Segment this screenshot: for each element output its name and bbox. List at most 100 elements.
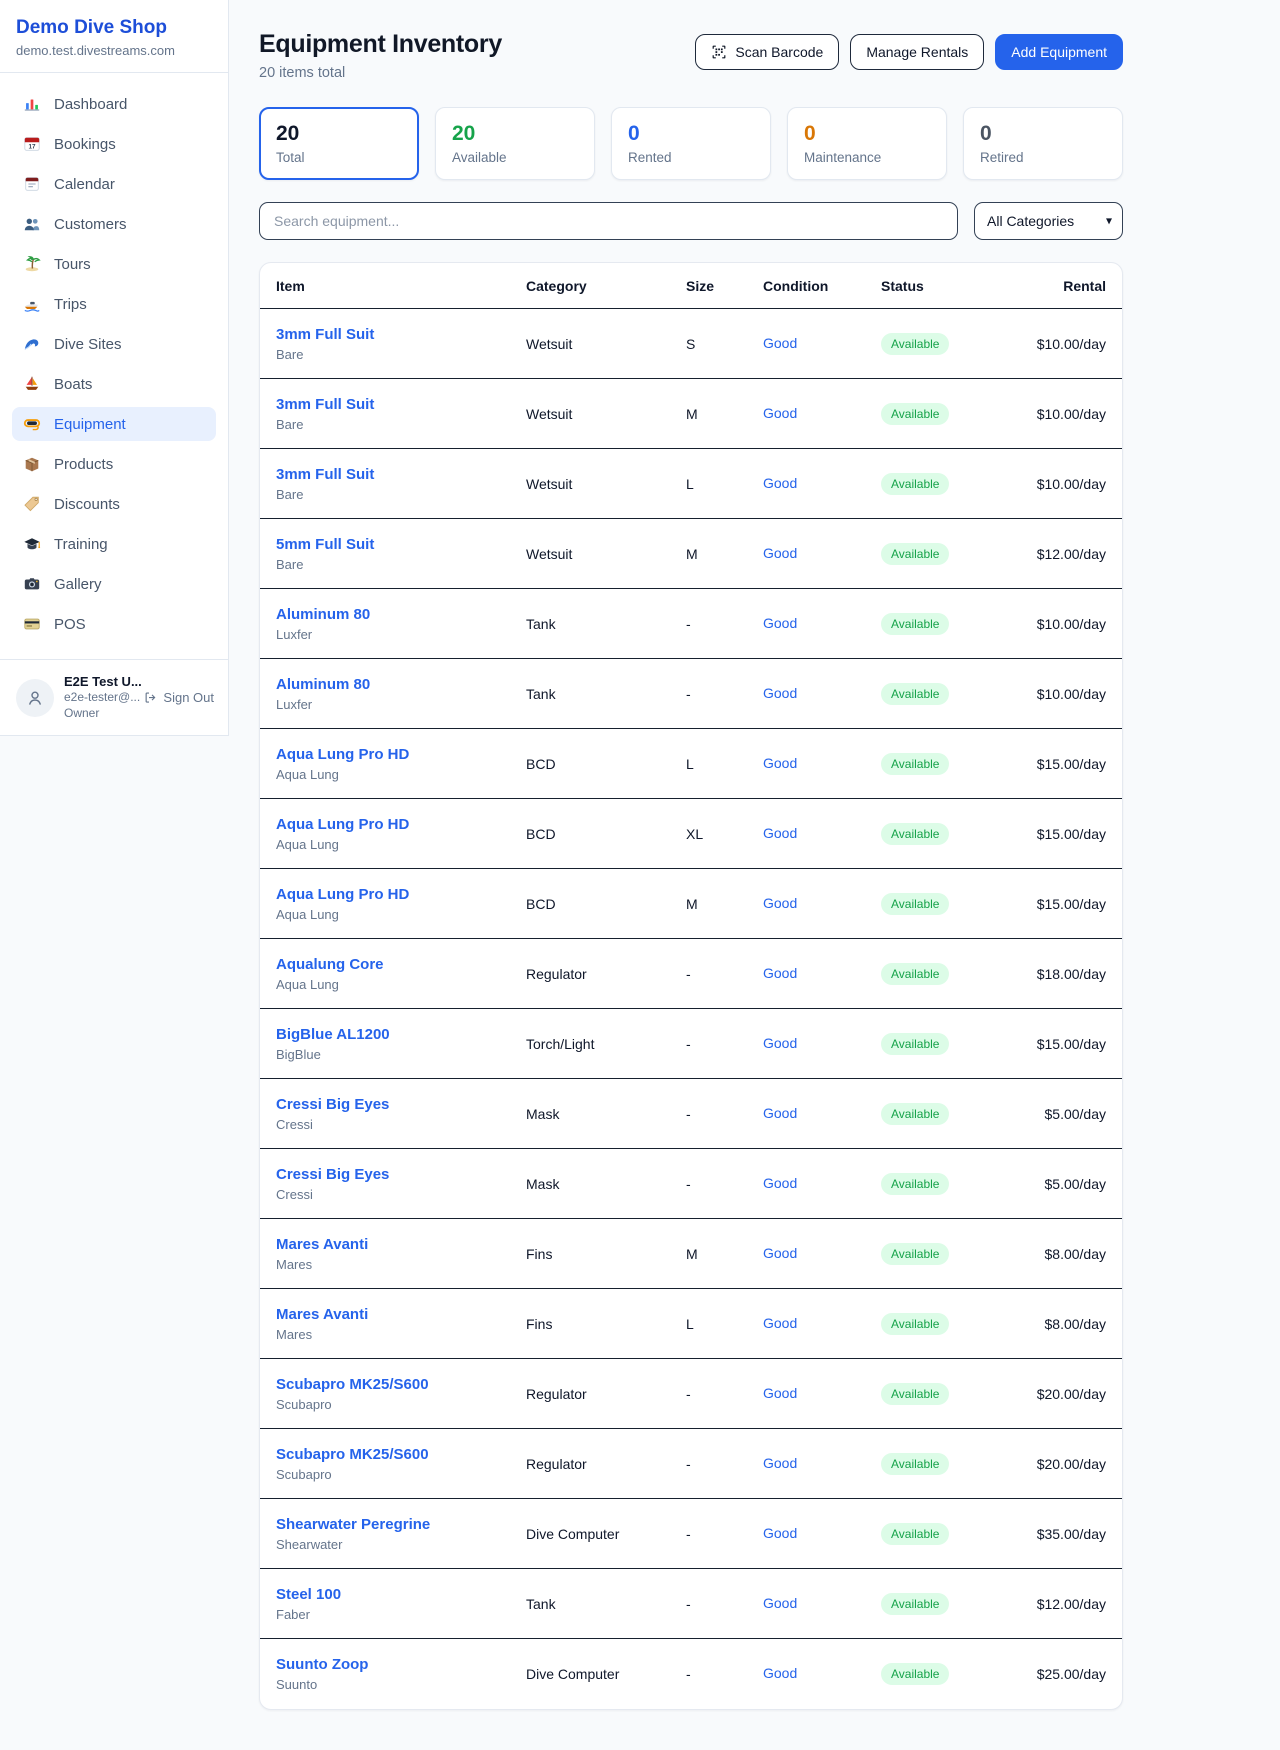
item-name-link[interactable]: Scubapro MK25/S600 xyxy=(276,1446,429,1463)
stats-cards: 20 Total 20 Available 0 Rented 0 Mainten… xyxy=(259,107,1123,180)
sidebar-item-gallery[interactable]: Gallery xyxy=(12,567,216,601)
svg-text:17: 17 xyxy=(28,144,36,151)
condition-link[interactable]: Good xyxy=(763,545,797,561)
condition-link[interactable]: Good xyxy=(763,1455,797,1471)
sidebar-item-products[interactable]: Products xyxy=(12,447,216,481)
condition-link[interactable]: Good xyxy=(763,965,797,981)
item-size: - xyxy=(686,1666,763,1682)
condition-link[interactable]: Good xyxy=(763,1385,797,1401)
stat-label: Total xyxy=(276,150,402,165)
table-row: Shearwater Peregrine Shearwater Dive Com… xyxy=(260,1499,1122,1569)
condition-link[interactable]: Good xyxy=(763,615,797,631)
item-category: Dive Computer xyxy=(526,1526,686,1542)
status-badge: Available xyxy=(881,753,949,775)
item-name-link[interactable]: Aqua Lung Pro HD xyxy=(276,886,409,903)
condition-link[interactable]: Good xyxy=(763,1035,797,1051)
item-name-link[interactable]: Cressi Big Eyes xyxy=(276,1096,389,1113)
rental-price: $12.00/day xyxy=(1022,546,1106,562)
rental-price: $15.00/day xyxy=(1022,1036,1106,1052)
add-equipment-label: Add Equipment xyxy=(1011,44,1107,60)
table-body: 3mm Full Suit Bare Wetsuit S Good Availa… xyxy=(260,309,1122,1709)
item-name-link[interactable]: BigBlue AL1200 xyxy=(276,1026,390,1043)
item-name-link[interactable]: 3mm Full Suit xyxy=(276,396,374,413)
credit-card-icon xyxy=(23,615,41,633)
sidebar-item-customers[interactable]: Customers xyxy=(12,207,216,241)
item-name-link[interactable]: 3mm Full Suit xyxy=(276,466,374,483)
sidebar-item-label: Gallery xyxy=(54,576,102,593)
stat-card-maintenance[interactable]: 0 Maintenance xyxy=(787,107,947,180)
condition-link[interactable]: Good xyxy=(763,475,797,491)
sidebar-item-calendar[interactable]: Calendar xyxy=(12,167,216,201)
item-name-link[interactable]: Suunto Zoop xyxy=(276,1656,368,1673)
item-name-link[interactable]: Scubapro MK25/S600 xyxy=(276,1376,429,1393)
stat-card-available[interactable]: 20 Available xyxy=(435,107,595,180)
sidebar-item-discounts[interactable]: Discounts xyxy=(12,487,216,521)
brand-name[interactable]: Demo Dive Shop xyxy=(16,17,212,39)
item-name-link[interactable]: Steel 100 xyxy=(276,1586,341,1603)
item-name-link[interactable]: Aqualung Core xyxy=(276,956,384,973)
rental-price: $10.00/day xyxy=(1022,686,1106,702)
item-category: Wetsuit xyxy=(526,406,686,422)
condition-link[interactable]: Good xyxy=(763,405,797,421)
sidebar-item-label: Calendar xyxy=(54,176,115,193)
stat-value: 20 xyxy=(276,122,402,146)
condition-link[interactable]: Good xyxy=(763,1175,797,1191)
sidebar-item-tours[interactable]: Tours xyxy=(12,247,216,281)
condition-link[interactable]: Good xyxy=(763,1665,797,1681)
add-equipment-button[interactable]: Add Equipment xyxy=(995,34,1123,70)
sidebar-item-equipment[interactable]: Equipment xyxy=(12,407,216,441)
column-header-rental: Rental xyxy=(1022,278,1106,294)
status-badge: Available xyxy=(881,613,949,635)
item-name-link[interactable]: Shearwater Peregrine xyxy=(276,1516,430,1533)
stat-card-total[interactable]: 20 Total xyxy=(259,107,419,180)
item-name-link[interactable]: Aluminum 80 xyxy=(276,606,370,623)
graduation-cap-icon xyxy=(23,535,41,553)
rental-price: $20.00/day xyxy=(1022,1386,1106,1402)
stat-label: Maintenance xyxy=(804,150,930,165)
condition-link[interactable]: Good xyxy=(763,685,797,701)
item-name-link[interactable]: Mares Avanti xyxy=(276,1306,368,1323)
item-name-link[interactable]: Aluminum 80 xyxy=(276,676,370,693)
item-brand: Luxfer xyxy=(276,627,526,642)
speedboat-icon xyxy=(23,295,41,313)
category-filter-select[interactable]: All Categories xyxy=(974,202,1123,240)
status-badge: Available xyxy=(881,683,949,705)
stat-label: Rented xyxy=(628,150,754,165)
table-row: Mares Avanti Mares Fins M Good Available… xyxy=(260,1219,1122,1289)
stat-card-retired[interactable]: 0 Retired xyxy=(963,107,1123,180)
item-name-link[interactable]: 3mm Full Suit xyxy=(276,326,374,343)
item-name-link[interactable]: Aqua Lung Pro HD xyxy=(276,816,409,833)
item-name-link[interactable]: 5mm Full Suit xyxy=(276,536,374,553)
condition-link[interactable]: Good xyxy=(763,825,797,841)
condition-link[interactable]: Good xyxy=(763,1595,797,1611)
item-name-link[interactable]: Aqua Lung Pro HD xyxy=(276,746,409,763)
item-brand: Bare xyxy=(276,557,526,572)
manage-rentals-button[interactable]: Manage Rentals xyxy=(850,34,984,70)
sidebar-item-training[interactable]: Training xyxy=(12,527,216,561)
sidebar-item-trips[interactable]: Trips xyxy=(12,287,216,321)
scan-barcode-button[interactable]: Scan Barcode xyxy=(695,34,839,70)
condition-link[interactable]: Good xyxy=(763,1105,797,1121)
island-icon xyxy=(23,255,41,273)
sidebar-item-dashboard[interactable]: Dashboard xyxy=(12,87,216,121)
sidebar-item-bookings[interactable]: 17 Bookings xyxy=(12,127,216,161)
rental-price: $10.00/day xyxy=(1022,476,1106,492)
search-input[interactable] xyxy=(259,202,958,240)
item-brand: Cressi xyxy=(276,1117,526,1132)
condition-link[interactable]: Good xyxy=(763,1315,797,1331)
sidebar-item-pos[interactable]: POS xyxy=(12,607,216,641)
item-size: - xyxy=(686,1386,763,1402)
stat-card-rented[interactable]: 0 Rented xyxy=(611,107,771,180)
condition-link[interactable]: Good xyxy=(763,335,797,351)
people-icon xyxy=(23,215,41,233)
sidebar-item-dive-sites[interactable]: Dive Sites xyxy=(12,327,216,361)
item-name-link[interactable]: Cressi Big Eyes xyxy=(276,1166,389,1183)
sign-out-button[interactable]: Sign Out xyxy=(143,690,214,705)
condition-link[interactable]: Good xyxy=(763,895,797,911)
condition-link[interactable]: Good xyxy=(763,755,797,771)
condition-link[interactable]: Good xyxy=(763,1525,797,1541)
condition-link[interactable]: Good xyxy=(763,1245,797,1261)
sidebar-item-boats[interactable]: Boats xyxy=(12,367,216,401)
scan-barcode-label: Scan Barcode xyxy=(735,44,823,60)
item-name-link[interactable]: Mares Avanti xyxy=(276,1236,368,1253)
